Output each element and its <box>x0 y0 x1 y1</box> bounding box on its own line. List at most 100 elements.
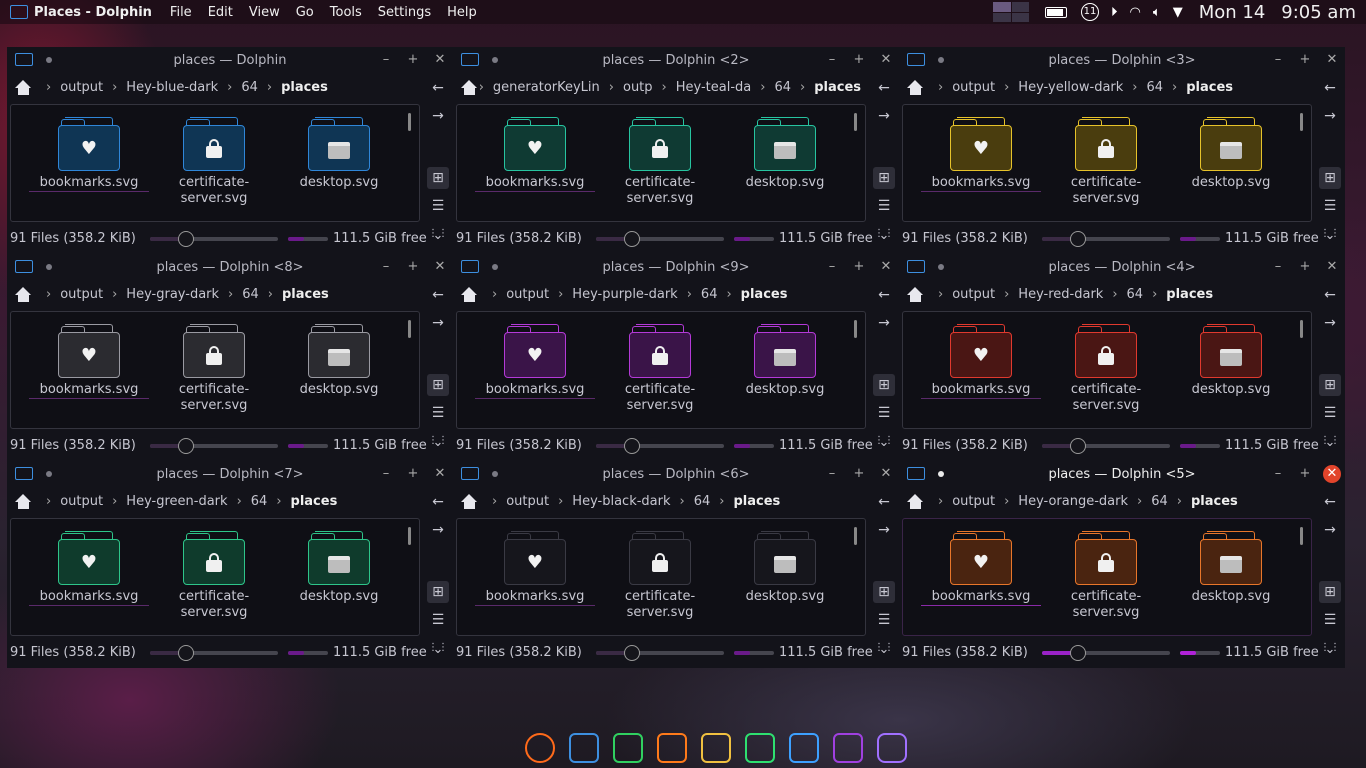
window-titlebar[interactable]: places — Dolphin <8> – + ✕ <box>7 254 453 280</box>
file-item[interactable]: ♥ bookmarks.svg <box>29 324 149 399</box>
file-item[interactable]: certificate-server.svg <box>1046 324 1166 414</box>
maximize-button[interactable]: + <box>1296 258 1314 276</box>
window-titlebar[interactable]: places — Dolphin – + ✕ <box>7 47 453 73</box>
forward-arrow-icon[interactable]: → <box>1319 105 1341 127</box>
breadcrumb-item[interactable]: places <box>1186 80 1233 95</box>
breadcrumb-item[interactable]: 64 <box>1146 80 1163 95</box>
home-icon[interactable] <box>15 493 32 509</box>
close-button[interactable]: ✕ <box>877 258 895 276</box>
expand-chevron-icon[interactable]: ⌄ <box>429 641 447 659</box>
zoom-slider[interactable] <box>1042 645 1170 661</box>
breadcrumb-item[interactable]: places <box>291 494 338 509</box>
breadcrumb-item[interactable]: places <box>282 287 329 302</box>
file-view[interactable]: ♥ bookmarks.svg certificate-server.svg desk… <box>456 104 866 222</box>
file-item[interactable]: ♥ bookmarks.svg <box>475 531 595 606</box>
file-view[interactable]: ♥ bookmarks.svg certificate-server.svg desk… <box>902 518 1312 636</box>
file-view[interactable]: ♥ bookmarks.svg certificate-server.svg desk… <box>10 311 420 429</box>
breadcrumb-item[interactable]: 64 <box>242 287 259 302</box>
breadcrumb-item[interactable]: output <box>60 80 103 95</box>
back-arrow-icon[interactable]: ← <box>427 77 449 99</box>
file-view[interactable]: ♥ bookmarks.svg certificate-server.svg desk… <box>456 311 866 429</box>
breadcrumb-item[interactable]: places <box>733 494 780 509</box>
breadcrumb-item[interactable]: 64 <box>251 494 268 509</box>
dolphin-window[interactable]: places — Dolphin <3> – + ✕ › output › Hey-yello… <box>899 47 1345 254</box>
scrollbar-handle[interactable] <box>1300 527 1303 545</box>
window-titlebar[interactable]: places — Dolphin <7> – + ✕ <box>7 461 453 487</box>
home-icon[interactable] <box>907 493 924 509</box>
zoom-slider[interactable] <box>596 645 724 661</box>
file-item[interactable]: certificate-server.svg <box>154 324 274 414</box>
file-item[interactable]: certificate-server.svg <box>1046 117 1166 207</box>
icons-view-icon[interactable]: ⊞ <box>873 581 895 603</box>
file-item[interactable]: certificate-server.svg <box>154 117 274 207</box>
back-arrow-icon[interactable]: ← <box>873 284 895 306</box>
zoom-slider-handle[interactable] <box>1070 438 1086 454</box>
file-item[interactable]: certificate-server.svg <box>1046 531 1166 621</box>
menu-settings[interactable]: Settings <box>378 5 431 20</box>
back-arrow-icon[interactable]: ← <box>427 284 449 306</box>
file-item[interactable]: ♥ bookmarks.svg <box>921 531 1041 606</box>
breadcrumb-item[interactable]: places <box>814 80 861 95</box>
zoom-slider-handle[interactable] <box>178 231 194 247</box>
file-item[interactable]: desktop.svg <box>1171 531 1291 605</box>
breadcrumb-item[interactable]: places <box>281 80 328 95</box>
expand-chevron-icon[interactable]: ⌄ <box>875 434 893 452</box>
minimize-button[interactable]: – <box>823 258 841 276</box>
dolphin-window[interactable]: places — Dolphin <9> – + ✕ › output › Hey-purpl… <box>453 254 899 461</box>
forward-arrow-icon[interactable]: → <box>427 105 449 127</box>
file-view[interactable]: ♥ bookmarks.svg certificate-server.svg desk… <box>902 104 1312 222</box>
menu-help[interactable]: Help <box>447 5 477 20</box>
vlc-cone-icon[interactable] <box>657 733 687 763</box>
scrollbar-handle[interactable] <box>854 113 857 131</box>
details-view-icon[interactable]: ☰ <box>1319 609 1341 631</box>
zoom-slider[interactable] <box>150 231 278 247</box>
close-button[interactable]: ✕ <box>431 51 449 69</box>
scrollbar-handle[interactable] <box>1300 320 1303 338</box>
home-icon[interactable] <box>461 493 478 509</box>
breadcrumb-item[interactable]: output <box>952 287 995 302</box>
firefox-icon[interactable] <box>525 733 555 763</box>
zoom-slider-handle[interactable] <box>1070 645 1086 661</box>
volume-icon[interactable]: 🔈︎ <box>1153 5 1161 20</box>
file-item[interactable]: ♥ bookmarks.svg <box>475 324 595 399</box>
file-item[interactable]: desktop.svg <box>725 531 845 605</box>
file-item[interactable]: ♥ bookmarks.svg <box>921 117 1041 192</box>
back-arrow-icon[interactable]: ← <box>873 77 895 99</box>
forward-arrow-icon[interactable]: → <box>427 519 449 541</box>
breadcrumb-item[interactable]: Hey-orange-dark <box>1018 494 1128 509</box>
expand-chevron-icon[interactable]: ⌄ <box>1321 227 1339 245</box>
scrollbar-handle[interactable] <box>854 527 857 545</box>
expand-chevron-icon[interactable]: ⌄ <box>875 227 893 245</box>
window-titlebar[interactable]: places — Dolphin <6> – + ✕ <box>453 461 899 487</box>
back-arrow-icon[interactable]: ← <box>1319 77 1341 99</box>
back-arrow-icon[interactable]: ← <box>427 491 449 513</box>
zoom-slider[interactable] <box>1042 231 1170 247</box>
zoom-slider[interactable] <box>1042 438 1170 454</box>
zoom-slider[interactable] <box>596 438 724 454</box>
back-arrow-icon[interactable]: ← <box>873 491 895 513</box>
breadcrumb-item[interactable]: Hey-gray-dark <box>126 287 219 302</box>
file-view[interactable]: ♥ bookmarks.svg certificate-server.svg desk… <box>10 104 420 222</box>
dolphin-window[interactable]: places — Dolphin <8> – + ✕ › output › Hey-gray-… <box>7 254 453 461</box>
details-view-icon[interactable]: ☰ <box>873 402 895 424</box>
file-item[interactable]: ♥ bookmarks.svg <box>475 117 595 192</box>
close-button[interactable]: ✕ <box>1323 465 1341 483</box>
icons-view-icon[interactable]: ⊞ <box>427 374 449 396</box>
breadcrumb-item[interactable]: Hey-purple-dark <box>572 287 677 302</box>
dolphin-window[interactable]: places — Dolphin <6> – + ✕ › output › Hey-black… <box>453 461 899 668</box>
zoom-slider-handle[interactable] <box>178 438 194 454</box>
file-item[interactable]: ♥ bookmarks.svg <box>29 531 149 606</box>
zoom-slider[interactable] <box>596 231 724 247</box>
file-view[interactable]: ♥ bookmarks.svg certificate-server.svg desk… <box>10 518 420 636</box>
forward-arrow-icon[interactable]: → <box>873 519 895 541</box>
file-item[interactable]: desktop.svg <box>725 117 845 191</box>
dolphin-window[interactable]: places — Dolphin <5> – + ✕ › output › Hey-orang… <box>899 461 1345 668</box>
forward-arrow-icon[interactable]: → <box>873 312 895 334</box>
media-play-icon[interactable]: ⏵ <box>1111 5 1118 20</box>
file-item[interactable]: desktop.svg <box>725 324 845 398</box>
menu-file[interactable]: File <box>170 5 192 20</box>
icons-view-icon[interactable]: ⊞ <box>427 581 449 603</box>
breadcrumb-item[interactable]: 64 <box>701 287 718 302</box>
file-item[interactable]: ♥ bookmarks.svg <box>29 117 149 192</box>
minimize-button[interactable]: – <box>823 465 841 483</box>
